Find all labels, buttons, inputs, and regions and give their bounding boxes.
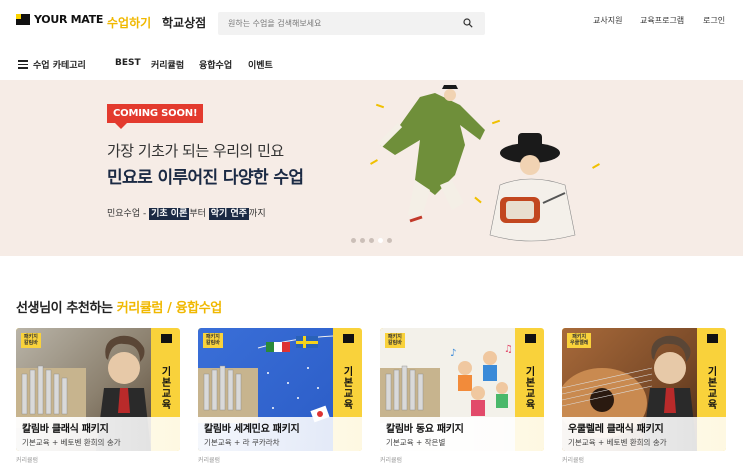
subnav-event[interactable]: 이벤트 (248, 58, 273, 71)
slide-dot[interactable] (387, 238, 392, 243)
brand-mark-icon (525, 334, 536, 343)
card-thumbnail: ♪ ♫ 패키지 칼림바 기본교육 칼림바 동요 패키지 기본교육 + 작은별 (380, 328, 544, 451)
product-card[interactable]: 패키지 우쿨렐레 기본교육 우쿨렐레 클래식 패키지 기본교육 + 베토벤 환희의… (562, 328, 726, 464)
card-thumbnail: 패키지 칼림바 기본교육 칼림바 클래식 패키지 기본교육 + 베토벤 환희의 송… (16, 328, 180, 451)
card-category: 기본교육 (705, 366, 716, 410)
logo-mark-icon (16, 14, 30, 25)
section-title: 선생님이 추천하는 커리큘럼 / 융합수업 (16, 301, 222, 316)
card-caption: 칼림바 클래식 패키지 기본교육 + 베토벤 환희의 송가 (16, 417, 180, 451)
brand-mark-icon (343, 334, 354, 343)
education-program-link[interactable]: 교육프로그램 (640, 15, 684, 26)
brand-mark-icon (161, 334, 172, 343)
subnav-best[interactable]: BEST (115, 58, 141, 68)
coming-soon-badge: COMING SOON! (107, 104, 204, 129)
search-icon[interactable] (463, 18, 473, 28)
card-caption: 칼림바 세계민요 패키지 기본교육 + 라 쿠카라차 (198, 417, 362, 451)
nav-classes[interactable]: 수업하기 (107, 14, 151, 31)
svg-text:♪: ♪ (450, 348, 456, 359)
product-card[interactable]: ♪ ♫ 패키지 칼림바 기본교육 칼림바 동요 패키지 기본교육 + 작은별 커리… (380, 328, 544, 464)
card-title: 칼림바 동요 패키지 (386, 424, 464, 435)
card-subtitle: 기본교육 + 베토벤 환희의 송가 (568, 438, 667, 447)
top-bar: YOUR MATE 수업하기 학교상점 교사지원 교육프로그램 로그인 (0, 0, 743, 46)
slide-dot[interactable] (360, 238, 365, 243)
card-category: 기본교육 (523, 366, 534, 410)
search-input[interactable] (228, 12, 448, 35)
card-title: 칼림바 클래식 패키지 (22, 424, 109, 435)
menu-icon (18, 60, 28, 69)
card-category: 기본교육 (341, 366, 352, 410)
product-cards: 패키지 칼림바 기본교육 칼림바 클래식 패키지 기본교육 + 베토벤 환희의 송… (16, 328, 736, 464)
card-footer: 커리큘럼 (16, 457, 39, 464)
teacher-support-link[interactable]: 교사지원 (593, 15, 622, 26)
card-subtitle: 기본교육 + 라 쿠카라차 (204, 438, 280, 447)
card-footer: 커리큘럼 (380, 457, 403, 464)
card-tag: 패키지 우쿨렐레 (567, 333, 592, 348)
card-thumbnail: 패키지 우쿨렐레 기본교육 우쿨렐레 클래식 패키지 기본교육 + 베토벤 환희의… (562, 328, 726, 451)
slide-indicators (351, 238, 392, 243)
svg-text:♫: ♫ (504, 344, 513, 355)
card-footer: 커리큘럼 (198, 457, 221, 464)
subnav-convergence[interactable]: 융합수업 (199, 58, 232, 71)
category-menu-label: 수업 카테고리 (33, 61, 86, 71)
category-bar: 수업 카테고리 BEST 커리큘럼 융합수업 이벤트 (0, 50, 743, 78)
banner-subtitle: 가장 기초가 되는 우리의 민요 (107, 142, 284, 160)
subnav-curriculum[interactable]: 커리큘럼 (151, 58, 184, 71)
card-title: 칼림바 세계민요 패키지 (204, 424, 300, 435)
card-title: 우쿨렐레 클래식 패키지 (568, 424, 664, 435)
product-card[interactable]: 패키지 칼림바 기본교육 칼림바 세계민요 패키지 기본교육 + 라 쿠카라차 커… (198, 328, 362, 464)
category-menu-button[interactable]: 수업 카테고리 (18, 58, 86, 71)
card-footer: 커리큘럼 (562, 457, 585, 464)
hero-banner[interactable]: COMING SOON! 가장 기초가 되는 우리의 민요 민요로 이루어진 다… (0, 80, 743, 256)
nav-school-shop[interactable]: 학교상점 (162, 14, 206, 31)
card-caption: 칼림바 동요 패키지 기본교육 + 작은별 (380, 417, 544, 451)
product-card[interactable]: 패키지 칼림바 기본교육 칼림바 클래식 패키지 기본교육 + 베토벤 환희의 송… (16, 328, 180, 464)
card-tag: 패키지 칼림바 (385, 333, 405, 348)
logo[interactable]: YOUR MATE (16, 13, 103, 26)
slide-dot-active[interactable] (378, 238, 383, 243)
card-category: 기본교육 (159, 366, 170, 410)
card-caption: 우쿨렐레 클래식 패키지 기본교육 + 베토벤 환희의 송가 (562, 417, 726, 451)
slide-dot[interactable] (369, 238, 374, 243)
brand-mark-icon (707, 334, 718, 343)
card-tag: 패키지 칼림바 (203, 333, 223, 348)
search-box (218, 12, 485, 35)
card-thumbnail: 패키지 칼림바 기본교육 칼림바 세계민요 패키지 기본교육 + 라 쿠카라차 (198, 328, 362, 451)
banner-title: 민요로 이루어진 다양한 수업 (107, 168, 304, 188)
card-tag: 패키지 칼림바 (21, 333, 41, 348)
card-subtitle: 기본교육 + 베토벤 환희의 송가 (22, 438, 121, 447)
login-link[interactable]: 로그인 (703, 15, 725, 26)
slide-dot[interactable] (351, 238, 356, 243)
card-subtitle: 기본교육 + 작은별 (386, 438, 446, 447)
logo-text: YOUR MATE (34, 13, 104, 26)
banner-illustration (370, 85, 600, 242)
banner-description: 민요수업 - 기초 이론 부터 악기 연주 까지 (107, 208, 266, 220)
